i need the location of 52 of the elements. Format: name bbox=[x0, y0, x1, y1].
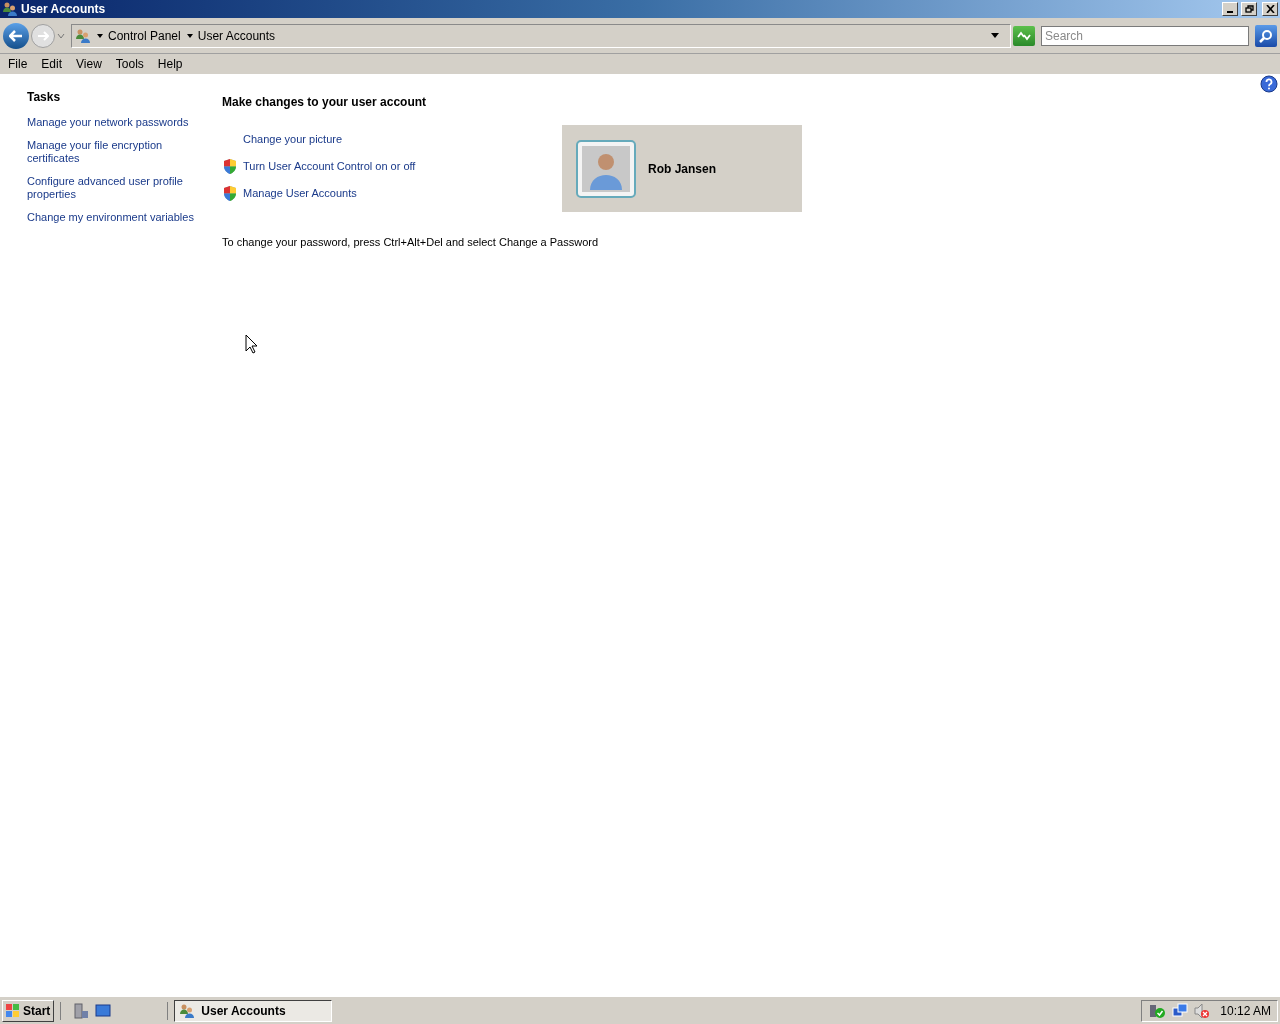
help-icon[interactable] bbox=[1260, 75, 1278, 93]
clock: 10:12 AM bbox=[1220, 1002, 1271, 1020]
taskbar-button[interactable]: User Accounts bbox=[174, 999, 333, 1022]
mouse-pointer-icon bbox=[245, 334, 258, 354]
server-icon[interactable] bbox=[73, 1002, 90, 1019]
breadcrumb-item[interactable]: User Accounts bbox=[197, 26, 276, 45]
tasks-heading: Tasks bbox=[27, 89, 62, 106]
shield-icon bbox=[222, 157, 238, 175]
search-icon bbox=[1259, 28, 1273, 43]
action-link[interactable]: Manage User Accounts bbox=[243, 186, 357, 200]
caret-icon[interactable] bbox=[97, 33, 103, 38]
users-icon bbox=[75, 27, 91, 44]
network-icon[interactable] bbox=[1172, 1002, 1189, 1019]
forward-arrow-icon bbox=[37, 30, 49, 41]
address-field[interactable]: Control Panel User Accounts bbox=[71, 23, 1011, 48]
back-arrow-icon bbox=[9, 29, 23, 42]
task-link[interactable]: Manage your network passwords bbox=[27, 116, 199, 129]
breadcrumb-item[interactable]: Control Panel bbox=[108, 26, 181, 45]
menu-item[interactable]: File bbox=[1, 55, 35, 73]
minimize-button[interactable] bbox=[1222, 2, 1238, 16]
main-heading: Make changes to your user account bbox=[222, 94, 428, 111]
menu-item[interactable]: Edit bbox=[34, 55, 70, 73]
search-field[interactable]: Search bbox=[1041, 25, 1249, 46]
users-icon bbox=[179, 1002, 196, 1019]
caret-icon[interactable] bbox=[186, 33, 193, 38]
task-link[interactable]: Manage your file encryption certificates bbox=[27, 139, 199, 165]
dropdown-caret-icon[interactable] bbox=[991, 33, 999, 38]
desktop-icon[interactable] bbox=[95, 1003, 112, 1018]
shield-icon bbox=[222, 184, 238, 202]
password-note: To change your password, press Ctrl+Alt+Del and select Change a Password bbox=[222, 235, 600, 250]
volume-muted-icon[interactable] bbox=[1194, 1002, 1211, 1019]
close-button[interactable] bbox=[1262, 2, 1278, 16]
user-avatar-icon bbox=[576, 139, 636, 198]
task-link[interactable]: Configure advanced user profile properties bbox=[27, 175, 199, 201]
restore-button[interactable] bbox=[1241, 2, 1257, 16]
action-link[interactable]: Turn User Account Control on or off bbox=[243, 159, 416, 173]
refresh-button[interactable] bbox=[1013, 25, 1035, 46]
back-button[interactable] bbox=[3, 22, 29, 49]
menu-item[interactable]: Tools bbox=[108, 55, 151, 73]
windows-logo-icon bbox=[6, 1003, 20, 1018]
search-button[interactable] bbox=[1255, 24, 1277, 47]
action-link[interactable]: Change your picture bbox=[243, 132, 343, 146]
start-button[interactable]: Start bbox=[2, 999, 55, 1022]
account-name: Rob Jansen bbox=[648, 160, 716, 178]
users-icon bbox=[2, 1, 18, 17]
shield-check-icon[interactable] bbox=[1148, 1002, 1167, 1019]
menu-item[interactable]: View bbox=[69, 55, 109, 73]
window-title: User Accounts bbox=[21, 1, 106, 18]
restore-icon bbox=[1244, 5, 1254, 13]
task-link[interactable]: Change my environment variables bbox=[27, 211, 199, 224]
menu-item[interactable]: Help bbox=[150, 55, 190, 73]
close-icon bbox=[1265, 5, 1275, 13]
